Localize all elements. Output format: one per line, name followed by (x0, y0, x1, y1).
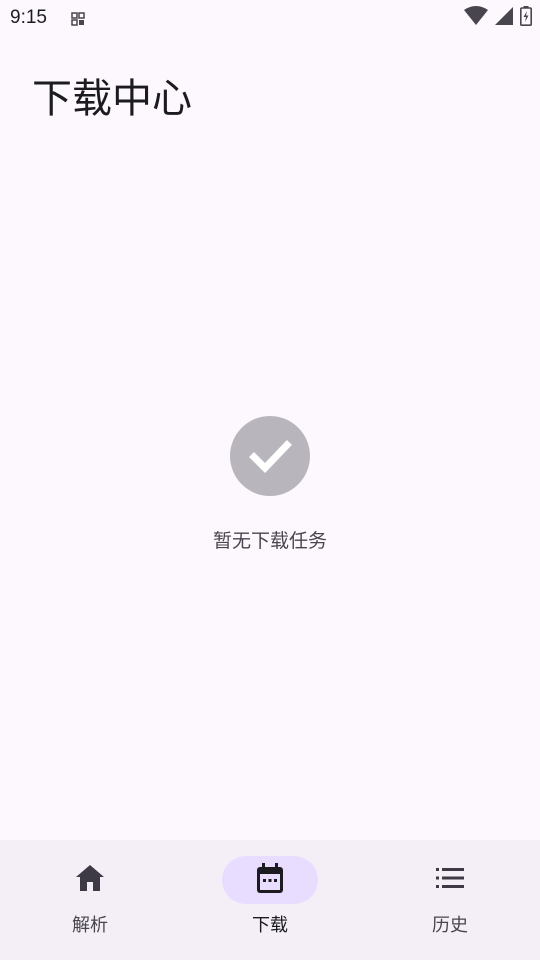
notification-grid-icon (71, 11, 85, 26)
home-icon (75, 864, 105, 896)
calendar-icon (255, 862, 285, 898)
page-title: 下载中心 (32, 76, 192, 122)
battery-charging-icon (520, 6, 532, 30)
status-bar: 9:15 (0, 0, 540, 36)
status-icons (464, 6, 532, 30)
check-circle-icon (230, 416, 310, 496)
list-icon (435, 866, 465, 894)
nav-item-history[interactable]: 历史 (360, 840, 540, 960)
nav-label-history: 历史 (432, 915, 468, 936)
cell-signal-icon (495, 7, 513, 29)
nav-label-download: 下载 (252, 915, 288, 936)
nav-indicator (42, 856, 138, 904)
bottom-navigation: 解析 下载 历史 (0, 840, 540, 960)
empty-state-message: 暂无下载任务 (212, 530, 327, 552)
nav-item-download[interactable]: 下载 (180, 840, 360, 960)
empty-state: 暂无下载任务 (0, 416, 540, 553)
nav-indicator (402, 856, 498, 904)
nav-active-indicator (222, 856, 318, 904)
nav-item-parse[interactable]: 解析 (0, 840, 180, 960)
nav-label-parse: 解析 (72, 915, 108, 936)
wifi-icon (464, 6, 488, 30)
status-time: 9:15 (10, 7, 47, 28)
